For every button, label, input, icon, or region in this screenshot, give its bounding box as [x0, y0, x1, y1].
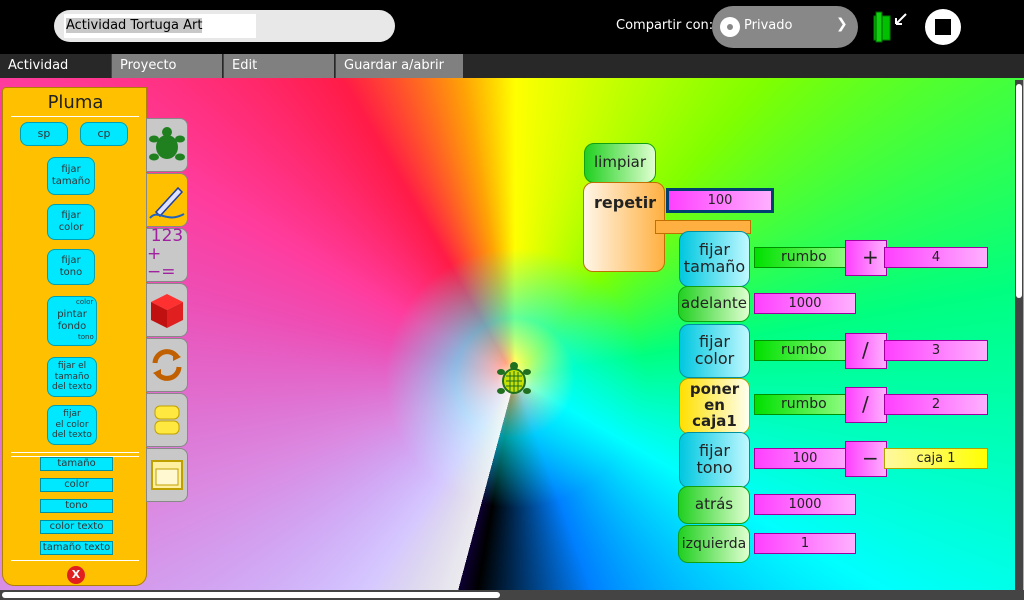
repetir-count[interactable]: 100 — [666, 188, 774, 213]
minus-operator[interactable]: − — [845, 441, 887, 477]
number-block[interactable]: 1000 — [754, 494, 856, 515]
block-stack-icon — [154, 405, 180, 435]
flow-category-tab[interactable] — [146, 283, 188, 337]
close-palette-button[interactable]: X — [67, 566, 85, 584]
numbers-category-tab[interactable]: 123 +−= — [146, 227, 188, 282]
set-color-block[interactable]: fijar color — [47, 204, 95, 240]
poner-caja-block[interactable]: poner en caja1 — [679, 378, 750, 434]
adelante-block[interactable]: adelante — [678, 286, 750, 322]
set-shade-block[interactable]: fijar tono — [47, 249, 95, 285]
rumbo-sensor[interactable]: rumbo — [754, 340, 858, 361]
divider — [11, 116, 139, 117]
caja-1-box[interactable]: caja 1 — [884, 448, 988, 469]
atras-block[interactable]: atrás — [678, 486, 750, 524]
palette-title: Pluma — [47, 92, 104, 113]
number-block[interactable]: 2 — [884, 394, 988, 415]
fijar-tamano-block[interactable]: fijar tamaño — [679, 231, 750, 287]
share-select[interactable]: Privado ❯ — [712, 6, 858, 48]
rumbo-sensor[interactable]: rumbo — [754, 247, 858, 268]
repeat-category-tab[interactable] — [146, 338, 188, 392]
color-sensor[interactable]: color — [40, 478, 113, 492]
tab-bar: Actividad Proyecto Edit Guardar a/abrir … — [0, 54, 1024, 97]
xo-owner-icon[interactable] — [870, 10, 910, 44]
divide-operator[interactable]: / — [845, 333, 887, 369]
activity-title-input[interactable]: Actividad Tortuga Art — [64, 14, 256, 38]
vertical-scrollbar[interactable] — [1015, 80, 1023, 590]
repetir-block[interactable]: repetir — [583, 182, 665, 272]
set-text-size-block[interactable]: fijar el tamaño del texto — [47, 357, 97, 397]
number-block[interactable]: 3 — [884, 340, 988, 361]
activity-title-text: Actividad Tortuga Art — [66, 18, 203, 33]
box-icon — [151, 294, 183, 328]
privacy-icon — [720, 17, 740, 37]
limpiar-block[interactable]: limpiar — [584, 143, 656, 183]
turtle-icon — [149, 127, 185, 161]
set-text-color-block[interactable]: fijar el color del texto — [47, 405, 97, 445]
fijar-color-block[interactable]: fijar color — [679, 324, 750, 378]
number-block[interactable]: 1000 — [754, 293, 856, 314]
number-block[interactable]: 4 — [884, 247, 988, 268]
divider — [11, 560, 139, 561]
tab-guardar[interactable]: Guardar a/abrir de — [335, 54, 463, 97]
top-toolbar: Actividad Tortuga Art Compartir con: Pri… — [0, 0, 1024, 54]
tab-proyecto[interactable]: Proyecto — [111, 54, 222, 78]
pintar-tono-label: tono — [78, 333, 94, 341]
boxes-category-tab[interactable] — [146, 393, 188, 447]
share-label: Compartir con: — [616, 18, 714, 33]
share-value: Privado — [744, 18, 793, 33]
tab-actividad[interactable]: Actividad — [0, 54, 110, 78]
pintar-color-label: color — [76, 298, 94, 306]
refresh-icon — [152, 349, 182, 381]
chevron-down-icon: ❯ — [836, 16, 848, 32]
pen-size-sensor[interactable]: tamaño — [40, 457, 113, 471]
text-size-sensor[interactable]: tamaño texto — [40, 541, 113, 555]
media-icon — [151, 460, 183, 490]
rumbo-sensor[interactable]: rumbo — [754, 394, 858, 415]
horizontal-scrollbar[interactable] — [0, 590, 1024, 600]
fijar-tono-block[interactable]: fijar tono — [679, 432, 750, 488]
pen-icon — [149, 186, 185, 219]
stop-icon — [935, 19, 951, 35]
izquierda-block[interactable]: izquierda — [678, 525, 750, 563]
divider — [11, 452, 139, 453]
number-block[interactable]: 1 — [754, 533, 856, 554]
tab-edit[interactable]: Edit — [223, 54, 334, 78]
divide-operator[interactable]: / — [845, 387, 887, 423]
number-block[interactable]: 100 — [754, 448, 856, 469]
pen-palette: Pluma sp cp fijar tamaño fijar color fij… — [2, 87, 147, 586]
turtle-icon[interactable] — [492, 360, 536, 402]
plus-operator[interactable]: + — [845, 240, 887, 276]
turtle-category-tab[interactable] — [146, 118, 188, 172]
pen-category-tab[interactable] — [146, 173, 188, 227]
set-pen-size-block[interactable]: fijar tamaño — [47, 157, 95, 195]
media-category-tab[interactable] — [146, 448, 188, 502]
numbers-icon-bottom: +−= — [147, 244, 176, 282]
activity-title-field[interactable]: Actividad Tortuga Art — [54, 10, 395, 42]
pen-up-block[interactable]: sp — [20, 122, 68, 146]
shade-sensor[interactable]: tono — [40, 499, 113, 513]
text-color-sensor[interactable]: color texto — [40, 520, 113, 534]
pen-down-block[interactable]: cp — [80, 122, 128, 146]
stop-button[interactable] — [925, 9, 961, 45]
